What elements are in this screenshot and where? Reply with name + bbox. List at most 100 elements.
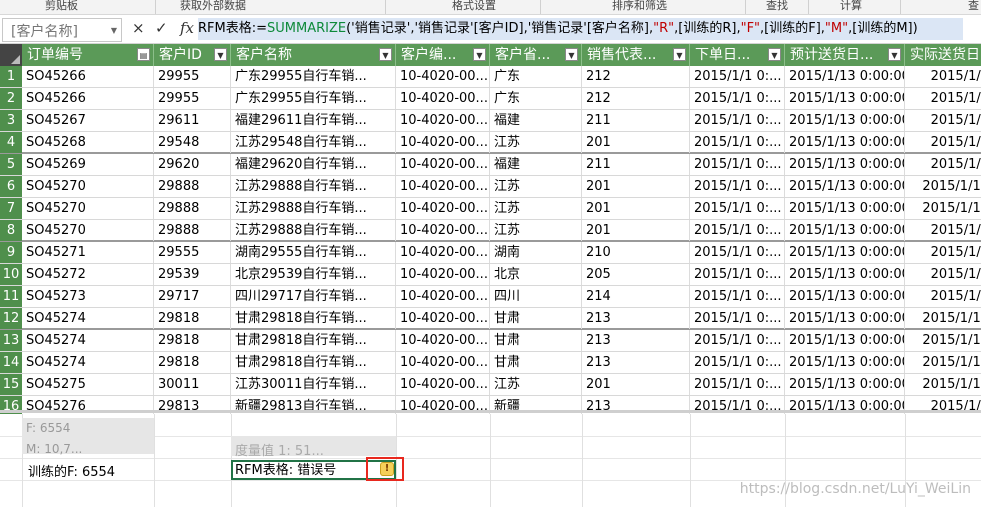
table-cell[interactable]: 2015/1/14 [905, 176, 981, 197]
table-cell[interactable]: 210 [582, 242, 690, 263]
table-cell[interactable]: 2015/1/13 0:00:00 [785, 176, 905, 197]
filter-dropdown-icon[interactable]: ▼ [888, 48, 901, 61]
table-cell[interactable]: 2015/1/14 [905, 374, 981, 395]
row-number[interactable]: 15 [0, 374, 22, 395]
table-row[interactable]: 9 SO45271 29555 湖南29555自行车销... 10-4020-00...… [0, 242, 981, 264]
table-cell[interactable]: 10-4020-00... [396, 242, 490, 263]
table-cell[interactable]: 2015/1/13 0:00:00 [785, 198, 905, 219]
table-cell[interactable]: 2015/1/5 [905, 242, 981, 263]
table-cell[interactable]: 2015/1/13 0:00:00 [785, 88, 905, 109]
filter-dropdown-icon[interactable]: ▼ [473, 48, 486, 61]
row-number[interactable]: 5 [0, 154, 22, 175]
row-number[interactable]: 14 [0, 352, 22, 373]
row-number[interactable]: 10 [0, 264, 22, 285]
table-cell[interactable]: 广东 [490, 88, 582, 109]
measure-f[interactable]: F: 6554 [26, 421, 70, 435]
table-cell[interactable]: 2015/1/13 0:00:00 [785, 374, 905, 395]
row-number[interactable]: 7 [0, 198, 22, 219]
row-number[interactable]: 8 [0, 220, 22, 241]
table-cell[interactable]: 甘肃29818自行车销... [231, 308, 396, 329]
table-row[interactable]: 2 SO45266 29955 广东29955自行车销... 10-4020-00...… [0, 88, 981, 110]
table-cell[interactable]: 2015/1/13 0:00:00 [785, 352, 905, 373]
table-cell[interactable]: 2015/1/1 0:... [690, 132, 785, 153]
table-cell[interactable]: 四川 [490, 286, 582, 307]
row-number[interactable]: 2 [0, 88, 22, 109]
table-row[interactable]: 1 SO45266 29955 广东29955自行车销... 10-4020-00...… [0, 66, 981, 88]
table-cell[interactable]: 10-4020-00... [396, 110, 490, 131]
table-cell[interactable]: 201 [582, 220, 690, 241]
table-row[interactable]: 4 SO45268 29548 江苏29548自行车销... 10-4020-00...… [0, 132, 981, 154]
table-cell[interactable]: 湖南29555自行车销... [231, 242, 396, 263]
table-cell[interactable]: 2015/1/13 0:00:00 [785, 330, 905, 351]
table-cell[interactable]: 10-4020-00... [396, 308, 490, 329]
table-cell[interactable]: 29555 [154, 242, 231, 263]
table-cell[interactable]: 29548 [154, 132, 231, 153]
table-cell[interactable]: 江苏29888自行车销... [231, 220, 396, 241]
table-cell[interactable]: 甘肃 [490, 352, 582, 373]
table-cell[interactable]: 30011 [154, 374, 231, 395]
table-cell[interactable]: 2015/1/8 [905, 154, 981, 175]
table-cell[interactable]: SO45269 [22, 154, 154, 175]
table-cell[interactable]: 213 [582, 330, 690, 351]
table-cell[interactable]: 2015/1/13 0:00:00 [785, 264, 905, 285]
table-cell[interactable]: SO45274 [22, 308, 154, 329]
ribbon-group-formatting[interactable]: 格式设置 [452, 0, 496, 13]
table-cell[interactable]: 江苏30011自行车销... [231, 374, 396, 395]
column-header[interactable]: 客户ID ▼ [154, 44, 231, 66]
table-cell[interactable]: 29955 [154, 66, 231, 87]
table-cell[interactable]: 江苏 [490, 198, 582, 219]
table-cell[interactable]: 2015/1/1 0:... [690, 352, 785, 373]
table-cell[interactable]: SO45268 [22, 132, 154, 153]
table-row[interactable]: 11 SO45273 29717 四川29717自行车销... 10-4020-00..… [0, 286, 981, 308]
confirm-icon[interactable]: ✓ [155, 19, 168, 37]
row-number[interactable]: 1 [0, 66, 22, 87]
table-cell[interactable]: 10-4020-00... [396, 176, 490, 197]
column-header[interactable]: 实际送货日 [905, 44, 981, 66]
ribbon-group-sort-filter[interactable]: 排序和筛选 [612, 0, 667, 13]
filter-dropdown-icon[interactable]: ▼ [565, 48, 578, 61]
table-cell[interactable]: 29888 [154, 198, 231, 219]
table-cell[interactable]: 广东 [490, 66, 582, 87]
table-cell[interactable]: 29717 [154, 286, 231, 307]
table-cell[interactable]: 10-4020-00... [396, 154, 490, 175]
table-cell[interactable]: 214 [582, 286, 690, 307]
table-cell[interactable]: SO45273 [22, 286, 154, 307]
table-cell[interactable]: SO45272 [22, 264, 154, 285]
table-cell[interactable]: 2015/1/8 [905, 264, 981, 285]
filter-dropdown-icon[interactable]: ▼ [214, 48, 227, 61]
table-cell[interactable]: 2015/1/13 0:00:00 [785, 286, 905, 307]
table-cell[interactable]: 10-4020-00... [396, 66, 490, 87]
table-cell[interactable]: SO45270 [22, 198, 154, 219]
row-number[interactable]: 11 [0, 286, 22, 307]
table-cell[interactable]: 江苏29888自行车销... [231, 198, 396, 219]
column-header[interactable]: 客户编... ▼ [396, 44, 490, 66]
column-header[interactable]: 客户名称 ▼ [231, 44, 396, 66]
table-cell[interactable]: 四川29717自行车销... [231, 286, 396, 307]
table-cell[interactable]: 北京29539自行车销... [231, 264, 396, 285]
table-cell[interactable]: 2015/1/13 0:00:00 [785, 220, 905, 241]
table-cell[interactable]: 2015/1/1 0:... [690, 286, 785, 307]
chevron-down-icon[interactable]: ▼ [111, 26, 117, 35]
table-cell[interactable]: 201 [582, 374, 690, 395]
table-cell[interactable]: 213 [582, 352, 690, 373]
filter-dropdown-icon[interactable]: ▼ [673, 48, 686, 61]
ribbon-group-external-data[interactable]: 获取外部数据 [180, 0, 246, 13]
table-cell[interactable]: 江苏 [490, 220, 582, 241]
table-cell[interactable]: 205 [582, 264, 690, 285]
table-cell[interactable]: 江苏 [490, 374, 582, 395]
table-cell[interactable]: 2015/1/13 0:00:00 [785, 110, 905, 131]
table-cell[interactable]: 江苏 [490, 132, 582, 153]
ribbon-group-calculation[interactable]: 计算 [840, 0, 862, 13]
column-header[interactable]: 销售代表... ▼ [582, 44, 690, 66]
table-cell[interactable]: 10-4020-00... [396, 198, 490, 219]
table-cell[interactable]: 福建29620自行车销... [231, 154, 396, 175]
table-cell[interactable]: 211 [582, 110, 690, 131]
table-cell[interactable]: 2015/1/13 0:00:00 [785, 308, 905, 329]
table-cell[interactable]: SO45266 [22, 66, 154, 87]
table-cell[interactable]: 北京 [490, 264, 582, 285]
table-cell[interactable]: SO45275 [22, 374, 154, 395]
table-cell[interactable]: 2015/1/13 0:00:00 [785, 66, 905, 87]
select-all-corner[interactable] [0, 44, 22, 66]
table-cell[interactable]: 2015/1/13 0:00:00 [785, 132, 905, 153]
column-header[interactable]: 下单日... ▼ [690, 44, 785, 66]
